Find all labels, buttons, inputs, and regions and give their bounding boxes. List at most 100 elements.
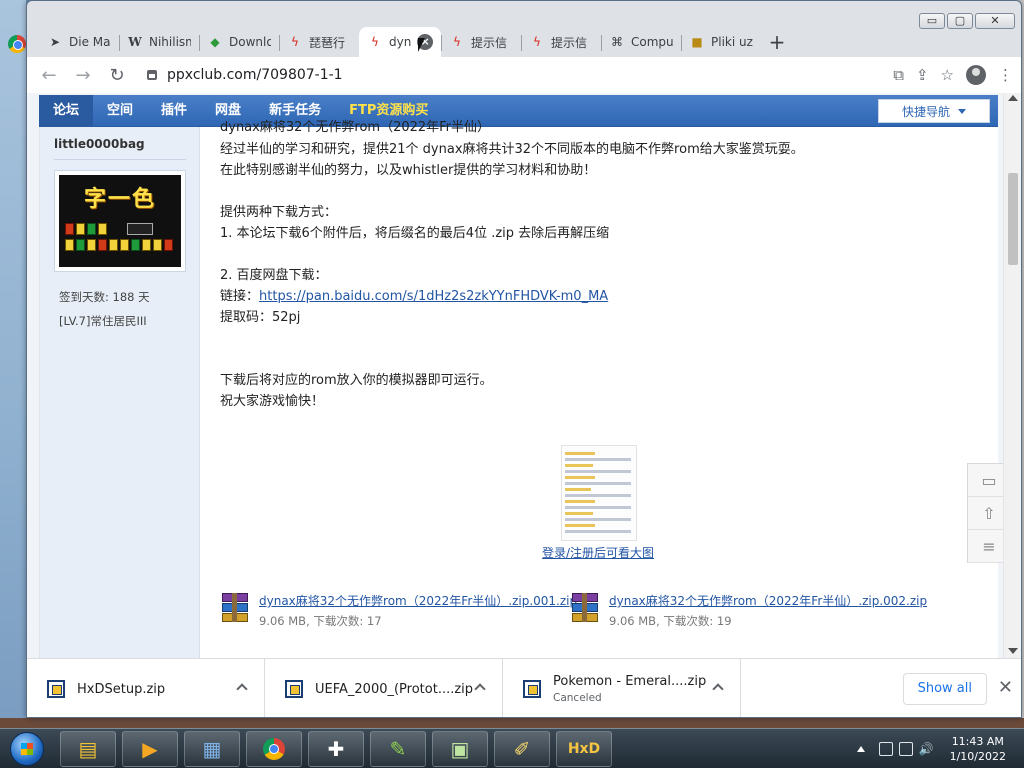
chevron-down-icon: [958, 108, 966, 114]
clock[interactable]: 11:43 AM 1/10/2022: [950, 734, 1006, 764]
system-tray: 🔊 11:43 AM 1/10/2022: [856, 729, 1024, 768]
tab-7[interactable]: ⌘ Compu: [601, 27, 681, 57]
translate-icon[interactable]: ⧉: [893, 66, 904, 84]
tab-label: Pliki uz: [711, 35, 753, 49]
start-button[interactable]: [0, 729, 54, 768]
scroll-thumb[interactable]: [1008, 173, 1018, 265]
zip-file-icon: [285, 680, 303, 698]
baidu-pan-link[interactable]: https://pan.baidu.com/s/1dHz2s2zkYYnFHDV…: [259, 289, 608, 304]
nav-item-forum[interactable]: 论坛: [39, 94, 94, 127]
download-status: Canceled: [553, 692, 602, 704]
desktop-left-edge: [0, 0, 26, 728]
page-viewport: 论坛 空间 插件 网盘 新手任务 FTP资源购买 快捷导航 little0000…: [27, 93, 1021, 658]
author-panel: little0000bag 字一色 签到天数: 188 天 [LV.7]常住居民…: [40, 127, 200, 658]
attachment-meta: 9.06 MB, 下载次数: 19: [609, 614, 732, 628]
ppx-logo-icon: ϟ: [533, 35, 541, 49]
chevron-up-icon[interactable]: [474, 682, 486, 695]
share-icon[interactable]: ⇪: [916, 66, 929, 84]
tab-6[interactable]: ϟ 提示信: [521, 27, 601, 57]
tab-5[interactable]: ϟ 提示信: [441, 27, 521, 57]
gamepad-icon[interactable]: ✚: [308, 730, 364, 767]
download-shelf: HxDSetup.zip UEFA_2000_(Protot....zip Po…: [27, 658, 1021, 717]
editor-icon[interactable]: ✐: [494, 730, 550, 767]
attachment-thumbnail[interactable]: [561, 445, 637, 541]
author-name[interactable]: little0000bag: [54, 137, 186, 160]
mahjong-tiles-icon: [63, 223, 177, 263]
ppx-logo-icon: ϟ: [371, 35, 379, 49]
download-item[interactable]: UEFA_2000_(Protot....zip: [265, 658, 503, 717]
close-window-button[interactable]: ✕: [975, 13, 1015, 29]
address-bar[interactable]: ppxclub.com/709807-1-1: [137, 61, 888, 89]
control-panel-icon[interactable]: ▦: [184, 730, 240, 767]
window-controls: ▭ ▢ ✕: [919, 13, 1015, 29]
chrome-desktop-icon[interactable]: [8, 35, 26, 53]
forward-button[interactable]: →: [69, 61, 97, 89]
reload-button[interactable]: ↻: [103, 61, 131, 89]
tab-1[interactable]: W Nihilism: [119, 27, 199, 57]
new-tab-button[interactable]: +: [761, 27, 793, 57]
attachment-link[interactable]: dynax麻将32个无作弊rom（2022年Fr半仙）.zip.001.zip: [259, 591, 577, 612]
download-name: HxDSetup.zip: [77, 681, 166, 697]
attachment-link[interactable]: dynax麻将32个无作弊rom（2022年Fr半仙）.zip.002.zip: [609, 591, 927, 612]
zip-file-icon: [47, 680, 65, 698]
site-nav-bar: 论坛 空间 插件 网盘 新手任务 FTP资源购买 快捷导航: [39, 94, 998, 127]
author-avatar[interactable]: 字一色: [54, 170, 186, 272]
close-icon[interactable]: ✕: [998, 677, 1013, 698]
ppx-logo-icon: ϟ: [291, 35, 299, 49]
network-tray-icon[interactable]: [898, 742, 913, 756]
zip-file-icon: [523, 680, 541, 698]
minimize-button[interactable]: ▭: [919, 13, 945, 29]
back-button[interactable]: ←: [35, 61, 63, 89]
hxd-icon[interactable]: HxD: [556, 730, 612, 767]
flag-icon[interactable]: [878, 742, 893, 756]
show-all-downloads-button[interactable]: Show all: [902, 673, 987, 705]
tab-label: Nihilism: [149, 35, 191, 49]
download-site-icon: ◆: [210, 35, 220, 49]
tab-label: Compu: [631, 35, 673, 49]
menu-kebab-icon[interactable]: ⋮: [998, 66, 1013, 84]
download-item[interactable]: Pokemon - Emeral....zip Canceled: [503, 658, 741, 717]
tool-icon[interactable]: ✎: [370, 730, 426, 767]
scroll-up-arrow-icon[interactable]: [1008, 95, 1018, 101]
chevron-up-icon[interactable]: [712, 682, 724, 695]
post-methods-line: 提供两种下载方式：: [220, 205, 338, 220]
computer-icon: ⌘: [611, 35, 623, 49]
scroll-down-arrow-icon[interactable]: [1008, 648, 1018, 654]
maximize-button[interactable]: ▢: [947, 13, 973, 29]
chrome-icon[interactable]: [246, 730, 302, 767]
show-hidden-icons-icon[interactable]: [856, 746, 865, 752]
url-text: ppxclub.com/709807-1-1: [167, 67, 343, 83]
page-scrollbar[interactable]: [1003, 93, 1021, 658]
winrar-archive-icon: [220, 593, 250, 623]
profile-avatar-icon[interactable]: [966, 65, 986, 85]
tab-3[interactable]: ϟ 琵琶行: [279, 27, 359, 57]
download-item[interactable]: HxDSetup.zip: [27, 658, 265, 717]
toolbar-actions: ⧉ ⇪ ☆ ⋮: [893, 65, 1013, 85]
volume-icon[interactable]: 🔊: [919, 742, 934, 756]
browser-toolbar: ← → ↻ ppxclub.com/709807-1-1 ⧉ ⇪ ☆ ⋮: [27, 57, 1021, 93]
login-to-view-link[interactable]: 登录/注册后可看大图: [542, 543, 654, 564]
bird-icon: ➤: [49, 35, 61, 49]
tab-label: Downlo: [229, 35, 271, 49]
tab-8[interactable]: ■ Pliki uz: [681, 27, 761, 57]
tab-2[interactable]: ◆ Downlo: [199, 27, 279, 57]
tab-4-active[interactable]: ϟ dyn ×: [359, 27, 441, 57]
file-explorer-icon[interactable]: ▤: [60, 730, 116, 767]
tab-label: dyn: [389, 35, 412, 49]
chevron-up-icon[interactable]: [236, 682, 248, 695]
taskbar: ▤ ▶ ▦ ✚ ✎ ▣ ✐ HxD 🔊 11:43 AM 1/10/2022: [0, 728, 1024, 768]
wikipedia-icon: W: [128, 35, 142, 49]
post-intro-line-1: 经过半仙的学习和研究，提供21个 dynax麻将共计32个不同版本的电脑不作弊r…: [220, 142, 804, 157]
nav-item-space[interactable]: 空间: [93, 95, 147, 127]
quick-nav-button[interactable]: 快捷导航: [878, 99, 990, 123]
post-run-line: 下载后将对应的rom放入你的模拟器即可运行。: [220, 373, 493, 388]
bookmark-star-icon[interactable]: ☆: [941, 66, 954, 84]
network-icon[interactable]: ▣: [432, 730, 488, 767]
link-prefix: 链接：: [220, 289, 260, 304]
attachment-item: dynax麻将32个无作弊rom（2022年Fr半仙）.zip.001.zip …: [220, 591, 577, 631]
tab-0[interactable]: ➤ Die Ma: [39, 27, 119, 57]
checkin-days: 签到天数: 188 天: [59, 290, 150, 304]
post-wish-line: 祝大家游戏愉快！: [220, 394, 325, 409]
media-player-icon[interactable]: ▶: [122, 730, 178, 767]
nav-item-plugins[interactable]: 插件: [147, 95, 201, 127]
